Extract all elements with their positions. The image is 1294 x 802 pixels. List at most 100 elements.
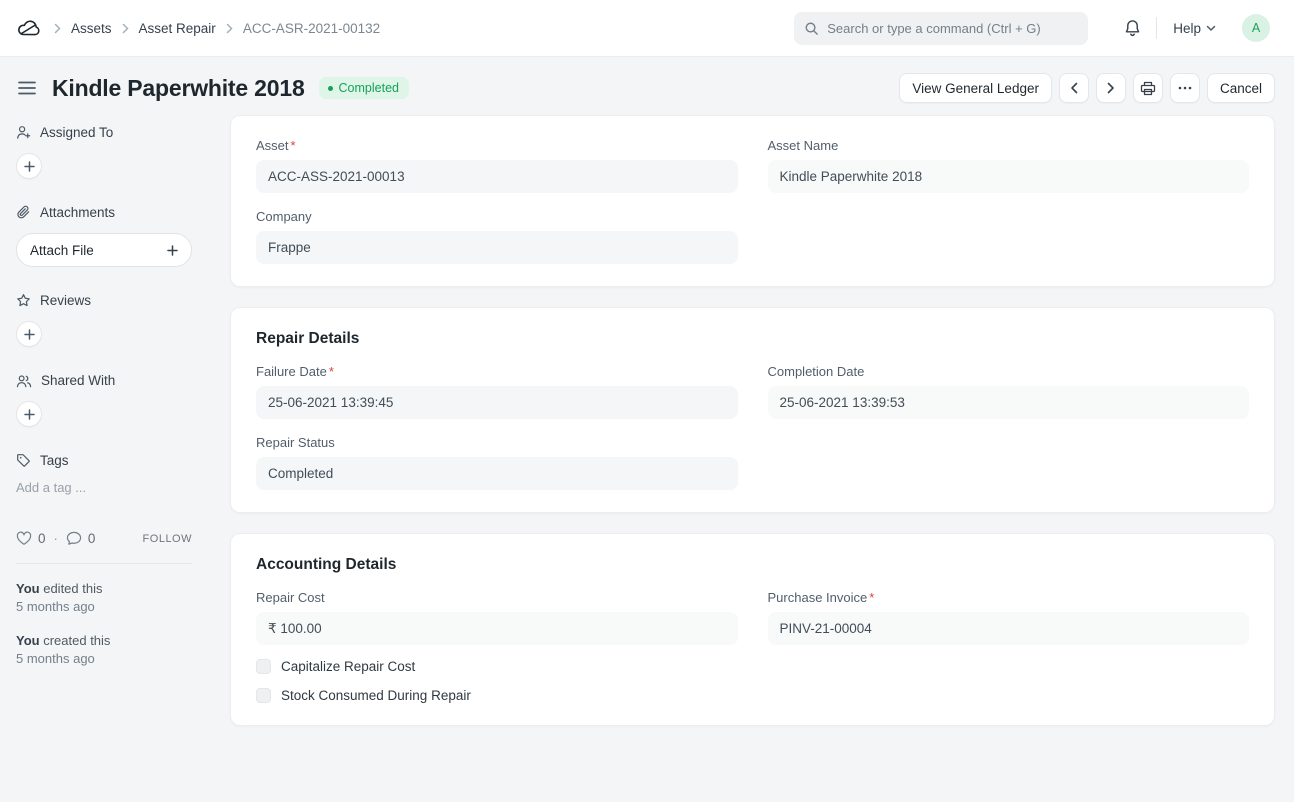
breadcrumb-asset-repair[interactable]: Asset Repair bbox=[139, 21, 216, 36]
activity-actor: You bbox=[16, 633, 40, 648]
failure-date-label: Failure Date bbox=[256, 364, 327, 379]
navbar-divider bbox=[1156, 17, 1157, 39]
tag-icon bbox=[16, 453, 31, 468]
accounting-details-card: Accounting Details Repair Cost ₹ 100.00 … bbox=[230, 533, 1275, 726]
activity-action: edited this bbox=[43, 581, 102, 596]
purchase-invoice-label: Purchase Invoice bbox=[768, 590, 868, 605]
company-label: Company bbox=[256, 209, 312, 224]
company-input[interactable]: Frappe bbox=[256, 231, 738, 264]
completion-date-input[interactable]: 25-06-2021 13:39:53 bbox=[768, 386, 1250, 419]
attachments-section: Attachments Attach File bbox=[16, 205, 214, 267]
asset-name-input[interactable]: Kindle Paperwhite 2018 bbox=[768, 160, 1250, 193]
status-label: Completed bbox=[339, 81, 399, 95]
print-button[interactable] bbox=[1133, 73, 1163, 103]
asset-label: Asset bbox=[256, 138, 289, 153]
user-plus-icon bbox=[16, 125, 31, 140]
failure-date-input[interactable]: 25-06-2021 13:39:45 bbox=[256, 386, 738, 419]
add-share-button[interactable] bbox=[16, 401, 42, 427]
activity-edited: You edited this 5 months ago bbox=[16, 580, 214, 616]
cancel-button[interactable]: Cancel bbox=[1207, 73, 1275, 103]
add-assignment-button[interactable] bbox=[16, 153, 42, 179]
frappe-cloud-logo-icon[interactable] bbox=[16, 17, 42, 39]
search-input[interactable] bbox=[827, 21, 1078, 36]
navbar: Assets Asset Repair ACC-ASR-2021-00132 H… bbox=[0, 0, 1294, 57]
required-asterisk: * bbox=[291, 138, 296, 153]
status-badge: Completed bbox=[319, 77, 409, 99]
likes-count[interactable]: 0 bbox=[38, 531, 46, 546]
next-document-button[interactable] bbox=[1096, 73, 1126, 103]
shared-with-label: Shared With bbox=[41, 373, 115, 388]
breadcrumb-assets[interactable]: Assets bbox=[71, 21, 112, 36]
company-field: Company Frappe bbox=[256, 209, 738, 264]
form-sidebar: Assigned To Attachments Attach File bbox=[16, 115, 214, 684]
capitalize-repair-cost-row: Capitalize Repair Cost bbox=[256, 659, 1249, 674]
user-avatar[interactable]: A bbox=[1242, 14, 1270, 42]
chevron-right-icon bbox=[54, 23, 61, 34]
stock-consumed-checkbox[interactable] bbox=[256, 688, 271, 703]
completion-date-label: Completion Date bbox=[768, 364, 865, 379]
sidebar-toggle-icon[interactable] bbox=[16, 79, 38, 97]
heart-icon[interactable] bbox=[16, 531, 32, 546]
breadcrumb: Assets Asset Repair ACC-ASR-2021-00132 bbox=[54, 21, 380, 36]
asset-name-label: Asset Name bbox=[768, 138, 839, 153]
menu-ellipsis-button[interactable] bbox=[1170, 73, 1200, 103]
accounting-details-title: Accounting Details bbox=[256, 556, 1249, 574]
add-review-button[interactable] bbox=[16, 321, 42, 347]
notifications-bell-icon[interactable] bbox=[1124, 19, 1141, 37]
attach-file-button[interactable]: Attach File bbox=[16, 233, 192, 267]
add-tag-input[interactable]: Add a tag ... bbox=[16, 480, 214, 495]
reactions-separator: · bbox=[54, 531, 58, 546]
reviews-label: Reviews bbox=[40, 293, 91, 308]
purchase-invoice-input[interactable]: PINV-21-00004 bbox=[768, 612, 1250, 645]
repair-details-card: Repair Details Failure Date* 25-06-2021 … bbox=[230, 307, 1275, 513]
title-actions: View General Ledger Cancel bbox=[899, 73, 1275, 103]
users-icon bbox=[16, 374, 32, 388]
completion-date-field: Completion Date 25-06-2021 13:39:53 bbox=[768, 364, 1250, 419]
comments-count[interactable]: 0 bbox=[88, 531, 96, 546]
assigned-to-section: Assigned To bbox=[16, 125, 214, 179]
activity-timestamp: 5 months ago bbox=[16, 598, 214, 616]
previous-document-button[interactable] bbox=[1059, 73, 1089, 103]
asset-field: Asset* ACC-ASS-2021-00013 bbox=[256, 138, 738, 193]
tags-section: Tags Add a tag ... bbox=[16, 453, 214, 495]
repair-status-select[interactable]: Completed bbox=[256, 457, 738, 490]
page-content: Assigned To Attachments Attach File bbox=[0, 115, 1294, 746]
required-asterisk: * bbox=[329, 364, 334, 379]
purchase-invoice-field: Purchase Invoice* PINV-21-00004 bbox=[768, 590, 1250, 645]
stock-consumed-label: Stock Consumed During Repair bbox=[281, 688, 471, 703]
tags-label: Tags bbox=[40, 453, 69, 468]
follow-button[interactable]: FOLLOW bbox=[143, 533, 192, 545]
stock-consumed-row: Stock Consumed During Repair bbox=[256, 688, 1249, 703]
plus-icon bbox=[167, 245, 178, 256]
document-reactions: 0 · 0 FOLLOW bbox=[16, 531, 192, 546]
asset-name-field: Asset Name Kindle Paperwhite 2018 bbox=[768, 138, 1250, 193]
asset-input[interactable]: ACC-ASS-2021-00013 bbox=[256, 160, 738, 193]
reviews-section: Reviews bbox=[16, 293, 214, 347]
help-menu[interactable]: Help bbox=[1173, 21, 1216, 36]
view-general-ledger-button[interactable]: View General Ledger bbox=[899, 73, 1052, 103]
shared-with-section: Shared With bbox=[16, 373, 214, 427]
repair-cost-input[interactable]: ₹ 100.00 bbox=[256, 612, 738, 645]
activity-created: You created this 5 months ago bbox=[16, 632, 214, 668]
form-body: Asset* ACC-ASS-2021-00013 Asset Name Kin… bbox=[230, 115, 1275, 746]
activity-action: created this bbox=[43, 633, 110, 648]
capitalize-repair-cost-checkbox[interactable] bbox=[256, 659, 271, 674]
help-label: Help bbox=[1173, 21, 1201, 36]
chevron-right-icon bbox=[122, 23, 129, 34]
comment-icon[interactable] bbox=[66, 531, 82, 546]
repair-status-label: Repair Status bbox=[256, 435, 335, 450]
breadcrumb-current-doc: ACC-ASR-2021-00132 bbox=[243, 21, 380, 36]
activity-actor: You bbox=[16, 581, 40, 596]
capitalize-repair-cost-label: Capitalize Repair Cost bbox=[281, 659, 415, 674]
repair-status-field: Repair Status Completed bbox=[256, 435, 738, 490]
global-search[interactable] bbox=[794, 12, 1088, 45]
page-title: Kindle Paperwhite 2018 bbox=[52, 75, 305, 102]
navbar-right: Help A bbox=[794, 12, 1270, 45]
repair-cost-field: Repair Cost ₹ 100.00 bbox=[256, 590, 738, 645]
attachments-label: Attachments bbox=[40, 205, 115, 220]
star-icon bbox=[16, 293, 31, 308]
repair-details-title: Repair Details bbox=[256, 330, 1249, 348]
status-dot-icon bbox=[328, 86, 333, 91]
overview-card: Asset* ACC-ASS-2021-00013 Asset Name Kin… bbox=[230, 115, 1275, 287]
sidebar-divider bbox=[16, 563, 192, 564]
